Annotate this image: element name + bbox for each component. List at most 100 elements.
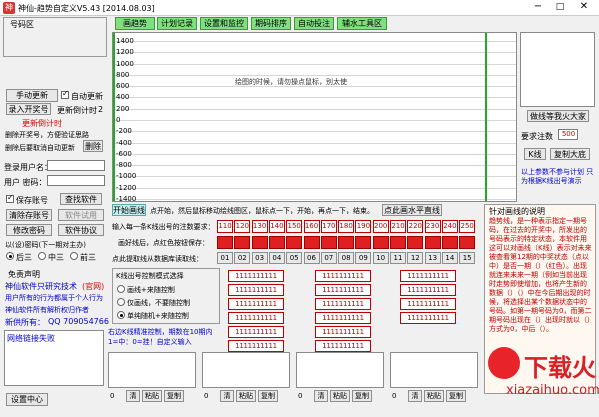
digit-control-input[interactable]: 1111111111 xyxy=(228,312,284,324)
digit-control-input[interactable]: 1111111111 xyxy=(228,340,284,352)
read-line-button[interactable]: 14 xyxy=(441,252,458,264)
read-line-button[interactable]: 04 xyxy=(268,252,285,264)
read-line-button[interactable]: 02 xyxy=(234,252,251,264)
demand-number-input[interactable]: 200 xyxy=(372,220,389,233)
demand-number-input[interactable]: 240 xyxy=(441,220,458,233)
save-line-red-button[interactable] xyxy=(251,236,268,249)
clear-button[interactable]: 清 xyxy=(126,390,140,402)
radio-front-three[interactable] xyxy=(70,252,78,260)
demand-number-input[interactable]: 220 xyxy=(407,220,424,233)
bottom-textarea[interactable] xyxy=(296,352,384,388)
demand-count-field[interactable]: 500 xyxy=(558,129,578,140)
digit-control-input[interactable]: 1111111111 xyxy=(228,298,284,310)
demand-number-input[interactable]: 250 xyxy=(459,220,476,233)
save-account-checkbox[interactable] xyxy=(6,193,14,203)
tab-draw-trend[interactable]: 画趋势 xyxy=(115,17,155,30)
close-icon[interactable]: ✕ xyxy=(573,1,595,14)
save-line-red-button[interactable] xyxy=(407,236,424,249)
right-textarea[interactable] xyxy=(520,32,595,107)
demand-number-input[interactable]: 120 xyxy=(234,220,251,233)
digit-control-input[interactable]: 1111111111 xyxy=(228,326,284,338)
save-line-red-button[interactable] xyxy=(372,236,389,249)
tab-period-sort[interactable]: 期码排序 xyxy=(251,17,291,30)
digit-control-input[interactable]: 1111111111 xyxy=(315,340,371,352)
read-line-button[interactable]: 01 xyxy=(217,252,233,264)
username-field[interactable] xyxy=(47,160,105,171)
demand-number-input[interactable]: 140 xyxy=(268,220,285,233)
record-open-button[interactable]: 录入开奖号 xyxy=(6,103,51,115)
software-agreement-button[interactable]: 软件协议 xyxy=(58,224,104,236)
digit-control-input[interactable]: 1111111111 xyxy=(400,312,456,324)
read-line-button[interactable]: 07 xyxy=(320,252,337,264)
demand-number-input[interactable]: 210 xyxy=(390,220,406,233)
software-trial-button[interactable]: 软件试用 xyxy=(58,209,104,221)
demand-number-input[interactable]: 160 xyxy=(303,220,320,233)
copy-button[interactable]: 复制 xyxy=(258,390,278,402)
tab-aux-tools[interactable]: 辅水工具区 xyxy=(337,17,387,30)
draw-line-button[interactable]: 做线等我火大家 xyxy=(527,110,589,122)
demand-number-input[interactable]: 230 xyxy=(424,220,441,233)
read-line-button[interactable]: 09 xyxy=(355,252,372,264)
save-line-red-button[interactable] xyxy=(338,236,355,249)
minimize-icon[interactable]: − xyxy=(528,1,548,14)
trend-chart[interactable]: 1400 1200 1000 800 600 400 200 0 -200 -400 -600 -80… xyxy=(112,32,517,202)
password-field[interactable] xyxy=(47,175,105,186)
tab-plan-record[interactable]: 计划记录 xyxy=(157,17,197,30)
demand-number-input[interactable]: 150 xyxy=(286,220,303,233)
change-password-button[interactable]: 修改密码 xyxy=(6,224,52,236)
save-line-red-button[interactable] xyxy=(268,236,285,249)
settings-center-button[interactable]: 设置中心 xyxy=(6,393,48,406)
digit-control-input[interactable]: 1111111111 xyxy=(228,284,284,296)
tab-settings-monitor[interactable]: 设置和监控 xyxy=(200,17,248,30)
clear-button[interactable]: 清 xyxy=(220,390,234,402)
clear-button[interactable]: 清 xyxy=(314,390,328,402)
save-line-red-button[interactable] xyxy=(320,236,337,249)
copy-button[interactable]: 复制 xyxy=(352,390,372,402)
read-line-button[interactable]: 06 xyxy=(303,252,320,264)
draw-horizontal-button[interactable]: 点此画水平直线 xyxy=(382,204,442,216)
copy-button[interactable]: 复制 xyxy=(446,390,466,402)
save-line-red-button[interactable] xyxy=(424,236,441,249)
bottom-textarea[interactable] xyxy=(202,352,290,388)
mode-radio-2[interactable] xyxy=(117,298,125,306)
digit-control-input[interactable]: 1111111111 xyxy=(400,270,456,282)
read-line-button[interactable]: 10 xyxy=(372,252,389,264)
mode-radio-1[interactable] xyxy=(117,285,125,293)
save-line-red-button[interactable] xyxy=(441,236,458,249)
demand-number-input[interactable]: 130 xyxy=(251,220,268,233)
demand-number-input[interactable]: 180 xyxy=(338,220,355,233)
delete-button[interactable]: 删除 xyxy=(83,140,103,152)
demand-number-input[interactable]: 190 xyxy=(355,220,372,233)
save-line-red-button[interactable] xyxy=(286,236,303,249)
demand-number-input[interactable]: 110 xyxy=(217,220,233,233)
digit-control-input[interactable]: 1111111111 xyxy=(315,284,371,296)
clear-button[interactable]: 清 xyxy=(408,390,422,402)
demand-number-input[interactable]: 170 xyxy=(320,220,337,233)
read-line-button[interactable]: 03 xyxy=(251,252,268,264)
read-line-button[interactable]: 13 xyxy=(424,252,441,264)
digit-control-input[interactable]: 1111111111 xyxy=(315,270,371,282)
bottom-textarea[interactable] xyxy=(390,352,478,388)
save-line-red-button[interactable] xyxy=(217,236,233,249)
maximize-icon[interactable]: □ xyxy=(550,1,570,14)
tab-auto-bet[interactable]: 自动投注 xyxy=(294,17,334,30)
paste-button[interactable]: 粘贴 xyxy=(424,390,444,402)
radio-back-three[interactable] xyxy=(6,252,14,260)
read-line-button[interactable]: 15 xyxy=(459,252,476,264)
digit-control-input[interactable]: 1111111111 xyxy=(400,298,456,310)
read-line-button[interactable]: 12 xyxy=(407,252,424,264)
read-line-button[interactable]: 08 xyxy=(338,252,355,264)
paste-button[interactable]: 粘贴 xyxy=(330,390,350,402)
digit-control-input[interactable]: 1111111111 xyxy=(315,298,371,310)
disclaimer-official-link[interactable]: (官网) xyxy=(82,281,104,292)
digit-control-input[interactable]: 1111111111 xyxy=(315,312,371,324)
manual-update-button[interactable]: 手动更新 xyxy=(6,89,58,102)
save-line-red-button[interactable] xyxy=(390,236,406,249)
clear-account-button[interactable]: 清除存账号 xyxy=(6,209,52,221)
paste-button[interactable]: 粘贴 xyxy=(142,390,162,402)
save-line-red-button[interactable] xyxy=(234,236,251,249)
read-line-button[interactable]: 11 xyxy=(390,252,406,264)
save-line-red-button[interactable] xyxy=(355,236,372,249)
read-line-button[interactable]: 05 xyxy=(286,252,303,264)
mode-radio-3[interactable] xyxy=(117,311,125,319)
